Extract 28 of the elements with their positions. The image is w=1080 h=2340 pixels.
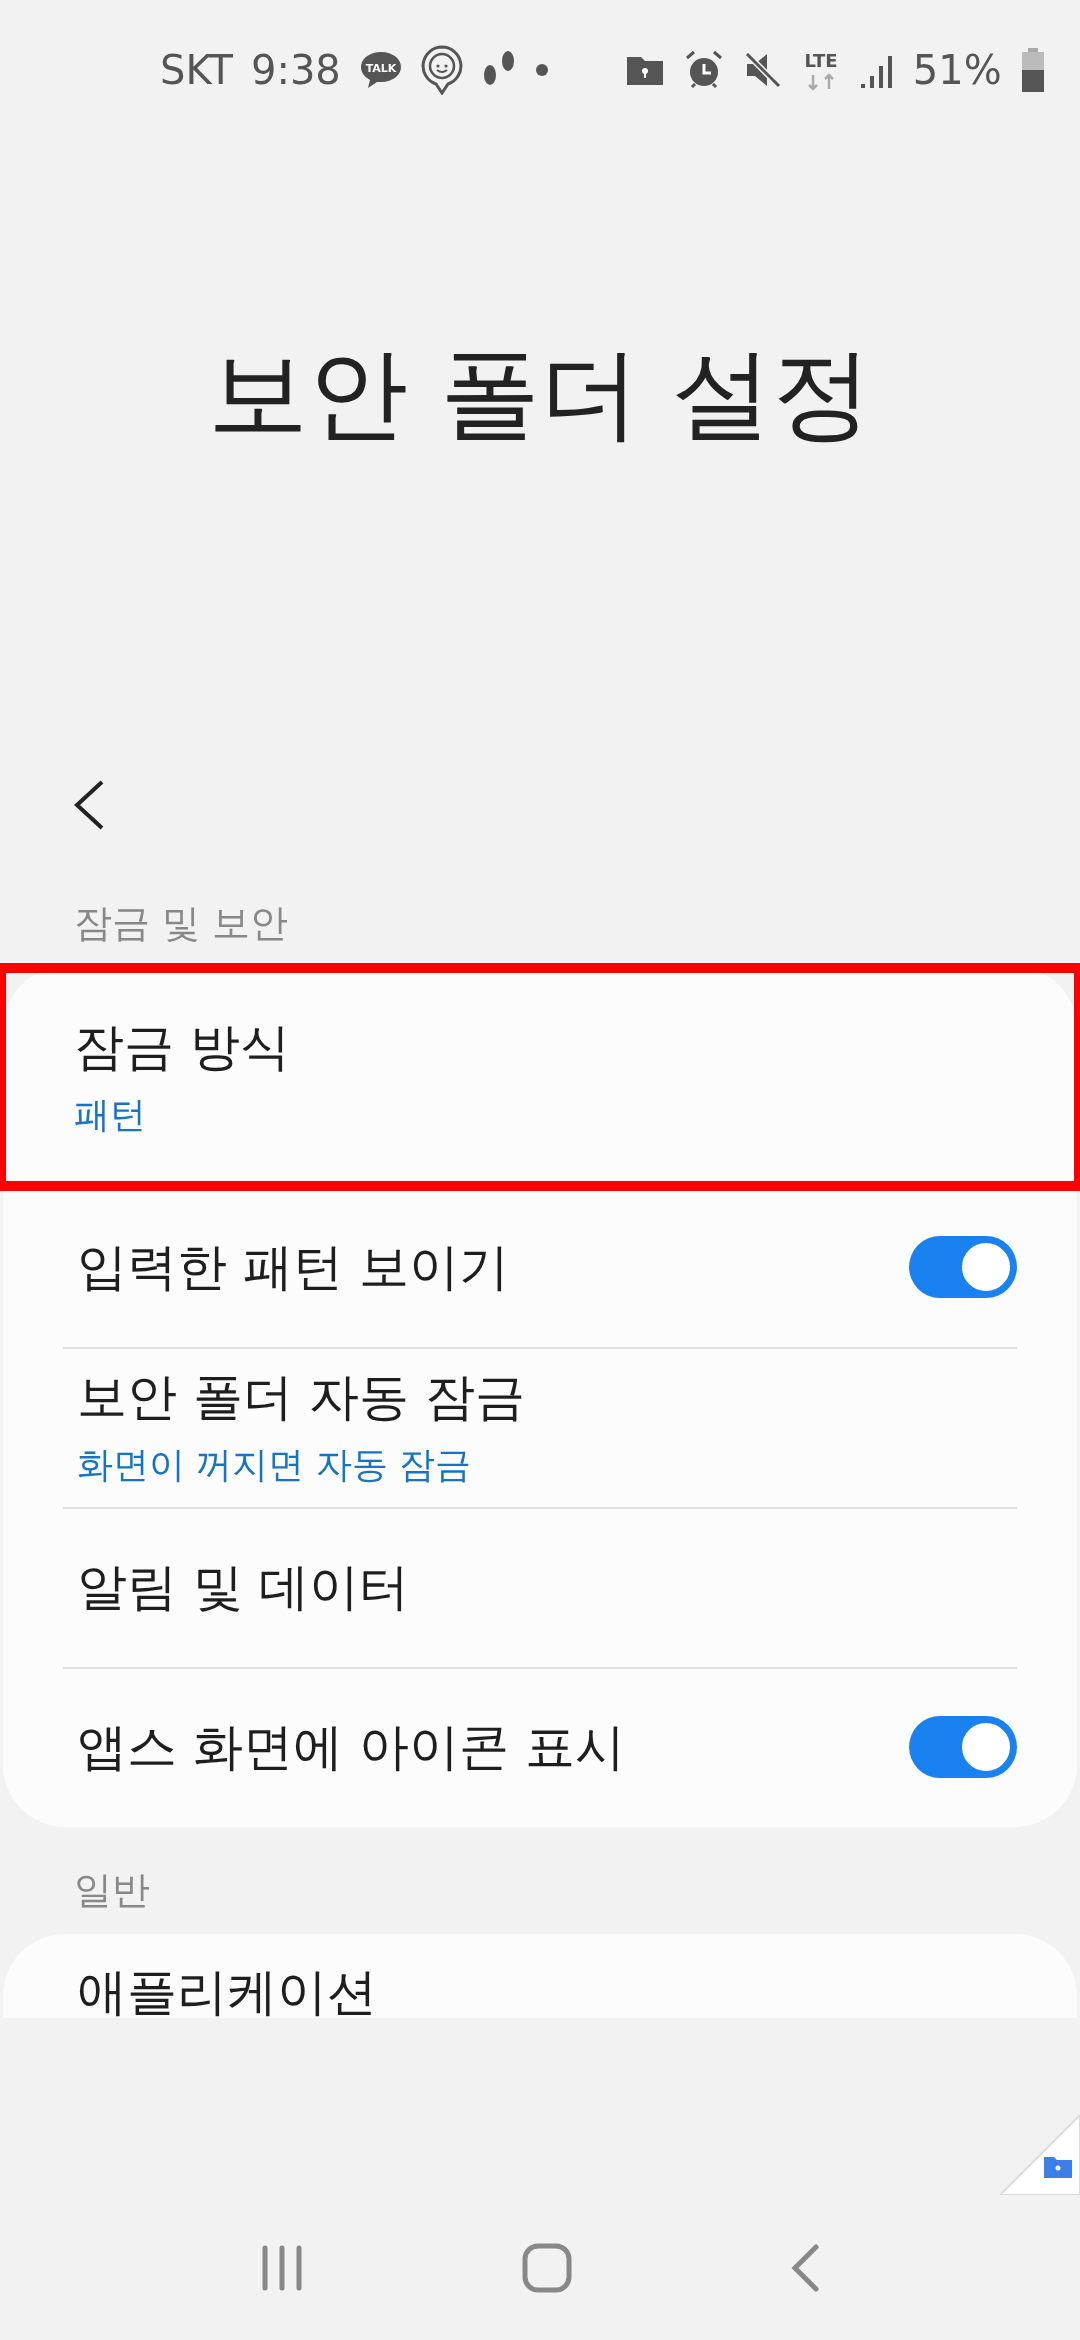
carrier: SKT xyxy=(160,47,233,93)
item-value: 패턴 xyxy=(74,1093,147,1137)
back-icon[interactable] xyxy=(72,779,106,831)
smiley-pin-icon xyxy=(420,45,463,95)
item-title: 입력한 패턴 보이기 xyxy=(77,1236,510,1298)
section-header: 잠금 및 보안 xyxy=(74,901,289,945)
item-title: 보안 폴더 자동 잠금 xyxy=(77,1367,526,1428)
settings-item[interactable]: 앱스 화면에 아이콘 표시 xyxy=(3,1667,1077,1827)
item-title: 잠금 방식 xyxy=(74,1017,291,1078)
item-title: 알림 및 데이터 xyxy=(77,1556,410,1618)
settings-item[interactable]: 알림 및 데이터 xyxy=(3,1507,1077,1667)
settings-item[interactable]: 입력한 패턴 보이기 xyxy=(3,1187,1077,1347)
settings-item[interactable]: 보안 폴더 자동 잠금 화면이 꺼지면 자동 잠금 xyxy=(3,1347,1077,1507)
lock-folder-icon[interactable] xyxy=(1000,2115,1080,2195)
battery-icon xyxy=(1019,48,1046,92)
clock: 9:38 xyxy=(250,47,341,93)
home-icon[interactable] xyxy=(522,2242,572,2293)
network-label: LTE xyxy=(804,50,838,71)
item-title: 애플리케이션 xyxy=(77,1965,378,2018)
item-value: 화면이 꺼지면 자동 잠금 xyxy=(77,1443,473,1487)
settings-item[interactable]: 애플리케이션 xyxy=(3,1934,1077,2018)
item-title: 앱스 화면에 아이콘 표시 xyxy=(77,1716,626,1778)
section-header: 일반 xyxy=(74,1868,150,1912)
dot-icon xyxy=(534,63,549,77)
talk-label: TALK xyxy=(365,62,397,75)
settings-item[interactable]: 잠금 방식 패턴 xyxy=(0,967,1080,1187)
page-title: 보안 폴더 설정 xyxy=(208,333,872,454)
battery-percent: 51% xyxy=(912,47,1002,93)
